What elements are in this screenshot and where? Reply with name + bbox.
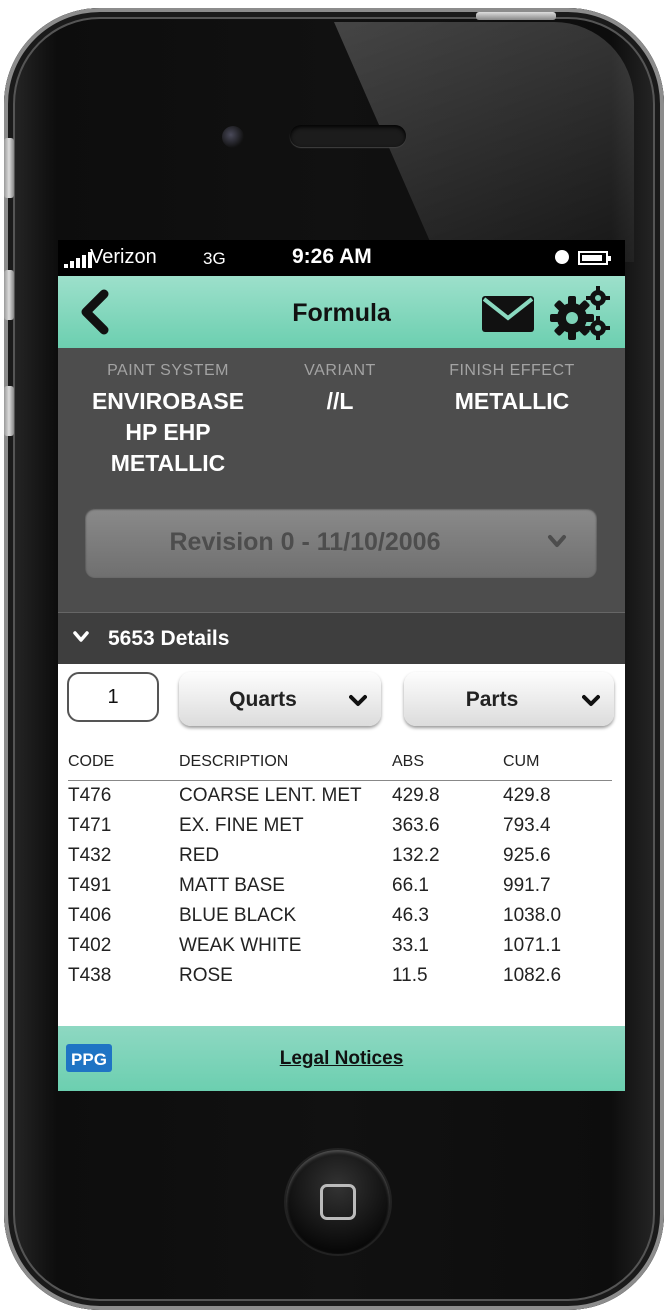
- finish-effect-label: FINISH EFFECT: [449, 362, 575, 379]
- cell-code: T438: [68, 965, 112, 986]
- cell-cum: 1038.0: [503, 905, 562, 926]
- details-title: 5653 Details: [108, 627, 230, 650]
- cell-cum: 925.6: [503, 845, 551, 866]
- cell-description: ROSE: [179, 965, 233, 986]
- cell-code: T491: [68, 875, 112, 896]
- details-section-header[interactable]: 5653 Details: [58, 612, 625, 665]
- home-square-icon: [320, 1184, 356, 1220]
- cell-description: MATT BASE: [179, 875, 285, 896]
- column-header-cum: CUM: [503, 750, 612, 781]
- column-header-code: CODE: [68, 750, 179, 781]
- quantity-input[interactable]: 1: [67, 672, 159, 722]
- cell-abs: 429.8: [392, 785, 440, 806]
- cell-description: BLUE BLACK: [179, 905, 297, 926]
- table-row: T476 COARSE LENT. MET 429.8 429.8: [68, 781, 612, 812]
- table-header-row: CODE DESCRIPTION ABS CUM: [68, 750, 612, 781]
- legal-notices-link[interactable]: Legal Notices: [58, 1048, 625, 1070]
- alarm-clock-icon: [555, 250, 569, 264]
- signal-icon: [64, 252, 92, 268]
- table-row: T406 BLUE BLACK 46.3 1038.0: [68, 901, 612, 931]
- cell-cum: 1082.6: [503, 965, 562, 986]
- nav-bar: Formula: [58, 276, 625, 348]
- finish-effect-value: METALLIC: [454, 388, 570, 414]
- revision-selected-value: Revision 0 - 11/10/2006: [169, 528, 441, 556]
- home-button[interactable]: [286, 1150, 390, 1254]
- variant-label: VARIANT: [304, 362, 376, 379]
- cell-abs: 33.1: [392, 935, 429, 956]
- volume-up-button: [4, 270, 14, 320]
- cell-description: RED: [179, 845, 220, 866]
- cell-description: WEAK WHITE: [179, 935, 302, 956]
- cell-cum: 429.8: [503, 785, 551, 806]
- mode-dropdown-label: Parts: [465, 688, 519, 711]
- power-button: [476, 12, 556, 20]
- status-time: 9:26 AM: [292, 245, 372, 268]
- table-row: T491 MATT BASE 66.1 991.7: [68, 871, 612, 901]
- cell-code: T471: [68, 815, 112, 836]
- volume-down-button: [4, 386, 14, 436]
- cell-code: T402: [68, 935, 112, 956]
- cell-abs: 363.6: [392, 815, 440, 836]
- cell-abs: 66.1: [392, 875, 429, 896]
- status-bar: Verizon 3G 9:26 AM: [58, 240, 625, 276]
- chevron-down-icon: [548, 535, 566, 547]
- network-type: 3G: [203, 249, 226, 268]
- unit-dropdown-label: Quarts: [229, 688, 297, 711]
- cell-cum: 793.4: [503, 815, 551, 836]
- gears-icon[interactable]: [548, 284, 612, 342]
- cell-abs: 46.3: [392, 905, 429, 926]
- mute-switch: [4, 138, 14, 198]
- chevron-down-icon: [73, 631, 89, 642]
- earpiece-speaker: [290, 125, 406, 147]
- battery-icon: [578, 251, 611, 265]
- column-header-abs: ABS: [392, 750, 503, 781]
- cell-code: T406: [68, 905, 112, 926]
- mail-icon[interactable]: [480, 294, 536, 334]
- cell-cum: 991.7: [503, 875, 551, 896]
- revision-dropdown[interactable]: Revision 0 - 11/10/2006: [85, 508, 597, 578]
- variant-value: //L: [326, 388, 354, 414]
- paint-system-column: PAINT SYSTEM ENVIROBASE HP EHP METALLIC: [68, 362, 268, 479]
- cell-code: T432: [68, 845, 112, 866]
- cell-description: EX. FINE MET: [179, 815, 304, 836]
- finish-effect-column: FINISH EFFECT METALLIC: [430, 362, 594, 417]
- details-content: 1 Quarts Parts CODE DESCRIPTION ABS CUM: [58, 664, 625, 1026]
- column-header-description: DESCRIPTION: [179, 750, 392, 781]
- carrier-name: Verizon: [90, 246, 157, 268]
- cell-abs: 132.2: [392, 845, 440, 866]
- chevron-down-icon: [349, 695, 367, 706]
- paint-system-label: PAINT SYSTEM: [107, 362, 229, 379]
- page-title: Formula: [292, 299, 391, 327]
- unit-dropdown[interactable]: Quarts: [179, 672, 381, 726]
- cell-code: T476: [68, 785, 112, 806]
- table-row: T471 EX. FINE MET 363.6 793.4: [68, 811, 612, 841]
- cell-abs: 11.5: [392, 965, 428, 986]
- footer-bar: PPG Legal Notices: [58, 1026, 625, 1091]
- paint-system-value: ENVIROBASE HP EHP METALLIC: [91, 388, 245, 476]
- front-camera: [222, 126, 244, 148]
- table-row: T438 ROSE 11.5 1082.6: [68, 961, 612, 991]
- chevron-down-icon: [582, 695, 600, 706]
- variant-column: VARIANT //L: [280, 362, 400, 417]
- cell-description: COARSE LENT. MET: [179, 785, 362, 806]
- mode-dropdown[interactable]: Parts: [404, 672, 614, 726]
- formula-table: CODE DESCRIPTION ABS CUM T476 COARSE LEN…: [68, 750, 612, 991]
- app-screen: Verizon 3G 9:26 AM Formula PAINT SYSTEM …: [58, 240, 625, 1091]
- table-row: T432 RED 132.2 925.6: [68, 841, 612, 871]
- table-row: T402 WEAK WHITE 33.1 1071.1: [68, 931, 612, 961]
- cell-cum: 1071.1: [503, 935, 562, 956]
